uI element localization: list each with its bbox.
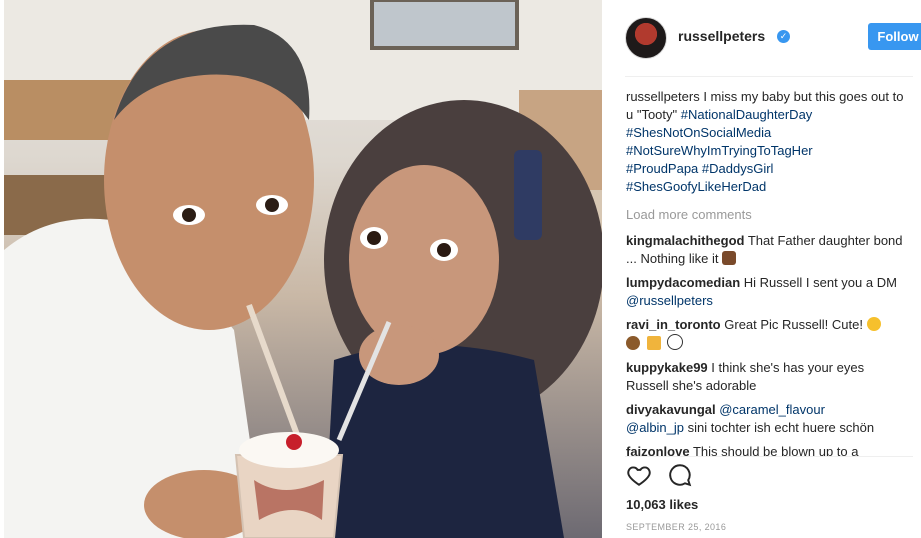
comment-username[interactable]: faizonlove <box>626 444 690 456</box>
post-panel: russellpeters ✓ Follow russellpeters I m… <box>610 0 921 538</box>
hashtag[interactable]: #NationalDaughterDay <box>681 107 813 122</box>
comment-item: kuppykake99 I think she's has your eyes … <box>626 359 906 395</box>
actions-divider <box>625 456 913 457</box>
comment-username[interactable]: kuppykake99 <box>626 360 708 375</box>
load-more-comments-link[interactable]: Load more comments <box>626 206 906 224</box>
post-header: russellpeters ✓ Follow <box>625 15 921 61</box>
comment-item: lumpydacomedian Hi Russell I sent you a … <box>626 274 906 310</box>
follow-button[interactable]: Follow <box>868 23 921 50</box>
header-username[interactable]: russellpeters <box>678 28 765 44</box>
comment-item: kingmalachithegod That Father daughter b… <box>626 232 906 268</box>
likes-count[interactable]: 10,063 likes <box>626 497 698 512</box>
hashtag[interactable]: #ShesNotOnSocialMedia <box>626 125 771 140</box>
comment-mention[interactable]: @albin_jp <box>626 420 684 435</box>
hashtag[interactable]: #ProudPapa <box>626 161 698 176</box>
banana-emoji-icon <box>646 336 661 350</box>
smiley-emoji-icon <box>866 317 881 331</box>
hashtag[interactable]: #NotSureWhyImTryingToTagHer <box>626 143 813 158</box>
caption: russellpeters I miss my baby but this go… <box>626 88 906 196</box>
header-divider <box>625 76 913 77</box>
photo-illustration <box>4 0 602 538</box>
verified-badge-icon: ✓ <box>777 30 790 43</box>
comment-text: Great Pic Russell! Cute! <box>724 317 863 332</box>
bear-emoji-icon <box>626 336 640 350</box>
comment-username[interactable]: kingmalachithegod <box>626 233 744 248</box>
comment-username[interactable]: lumpydacomedian <box>626 275 740 290</box>
caption-username[interactable]: russellpeters <box>626 89 700 104</box>
comment-text: sini tochter ish echt huere schön <box>687 420 875 435</box>
praying-hands-emoji-icon <box>722 251 737 265</box>
hashtag[interactable]: #ShesGoofyLikeHerDad <box>626 179 766 194</box>
comment-item: faizonlove This should be blown up to a <box>626 443 906 456</box>
post-date: SEPTEMBER 25, 2016 <box>626 522 727 532</box>
hashtag[interactable]: #DaddysGirl <box>702 161 774 176</box>
comment-mention[interactable]: @russellpeters <box>626 293 713 308</box>
post-photo[interactable] <box>4 0 602 538</box>
comment-username[interactable]: ravi_in_toronto <box>626 317 721 332</box>
comment-username[interactable]: divyakavungal <box>626 402 716 417</box>
panda-emoji-icon <box>667 334 684 350</box>
comment-item: divyakavungal @caramel_flavour @albin_jp… <box>626 401 906 437</box>
avatar[interactable] <box>625 17 667 59</box>
comment-text: This should be blown up to a <box>692 444 859 456</box>
comments-section: russellpeters I miss my baby but this go… <box>626 88 906 456</box>
comment-text: Hi Russell I sent you a DM <box>743 275 897 290</box>
comment-icon[interactable] <box>667 462 693 488</box>
comment-mention[interactable]: @caramel_flavour <box>719 402 825 417</box>
heart-icon[interactable] <box>626 462 652 488</box>
comment-item: ravi_in_toronto Great Pic Russell! Cute! <box>626 316 906 353</box>
